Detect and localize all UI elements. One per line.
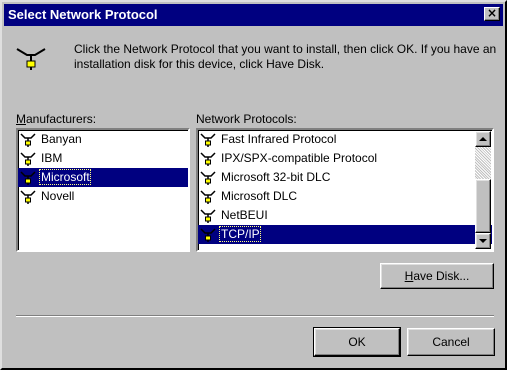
vertical-scrollbar[interactable]	[475, 131, 491, 249]
manufacturer-list-item-label: Novell	[41, 189, 75, 203]
close-icon: ×	[486, 6, 498, 20]
have-disk-button[interactable]: Have Disk...	[380, 263, 494, 289]
protocol-list-item-label: TCP/IP	[219, 226, 261, 242]
scroll-thumb[interactable]	[475, 179, 491, 233]
network-protocol-icon	[200, 190, 216, 204]
protocol-list-item-label: NetBEUI	[221, 208, 268, 222]
ok-button[interactable]: OK	[313, 327, 401, 357]
protocol-list-item[interactable]: NetBEUI	[198, 206, 492, 225]
protocol-list-item-label: Microsoft 32-bit DLC	[221, 170, 331, 184]
divider	[16, 315, 494, 317]
title-bar[interactable]: Select Network Protocol ×	[4, 4, 503, 26]
protocol-list-item-label: Fast Infrared Protocol	[221, 132, 337, 146]
network-protocols-listbox[interactable]: Fast Infrared Protocol IPX/SPX-compatible…	[196, 128, 494, 252]
scroll-down-button[interactable]	[475, 233, 491, 249]
manufacturers-label: Manufacturers:	[16, 112, 97, 126]
arrow-down-icon	[479, 239, 487, 243]
protocol-list-item-label: Microsoft DLC	[221, 189, 298, 203]
protocol-list-item[interactable]: IPX/SPX-compatible Protocol	[198, 149, 492, 168]
network-plug-icon	[16, 48, 46, 70]
protocol-list-item[interactable]: Fast Infrared Protocol	[198, 130, 492, 149]
manufacturers-listbox[interactable]: Banyan IBM Microsoft Novell	[16, 128, 190, 252]
network-protocol-icon	[20, 133, 36, 147]
protocol-list-item[interactable]: Microsoft 32-bit DLC	[198, 168, 492, 187]
network-protocol-icon	[20, 152, 36, 166]
cancel-button[interactable]: Cancel	[407, 328, 495, 356]
select-network-protocol-dialog: Select Network Protocol × Click the Netw…	[0, 0, 507, 370]
manufacturer-list-item[interactable]: IBM	[18, 149, 188, 168]
window-title: Select Network Protocol	[8, 7, 158, 22]
protocol-list-item[interactable]: TCP/IP	[198, 225, 492, 244]
manufacturer-list-item-label: Banyan	[41, 132, 82, 146]
network-protocols-label: Network Protocols:	[196, 112, 297, 126]
network-protocol-icon	[200, 228, 216, 242]
manufacturer-list-item-label: Microsoft	[39, 169, 91, 185]
manufacturer-list-item-label: IBM	[41, 151, 63, 165]
arrow-up-icon	[479, 137, 487, 141]
network-protocol-icon	[200, 152, 216, 166]
network-protocol-icon	[20, 190, 36, 204]
network-protocol-icon	[20, 171, 36, 185]
manufacturer-list-item[interactable]: Microsoft	[18, 168, 188, 187]
close-button[interactable]: ×	[484, 7, 500, 21]
network-protocol-icon	[200, 171, 216, 185]
manufacturer-list-item[interactable]: Novell	[18, 187, 188, 206]
protocol-list-item-label: IPX/SPX-compatible Protocol	[221, 151, 378, 165]
protocol-list-item[interactable]: Microsoft DLC	[198, 187, 492, 206]
manufacturer-list-item[interactable]: Banyan	[18, 130, 188, 149]
instruction-text: Click the Network Protocol that you want…	[74, 42, 497, 71]
network-protocol-icon	[200, 209, 216, 223]
network-protocol-icon	[200, 133, 216, 147]
scroll-up-button[interactable]	[475, 131, 491, 147]
